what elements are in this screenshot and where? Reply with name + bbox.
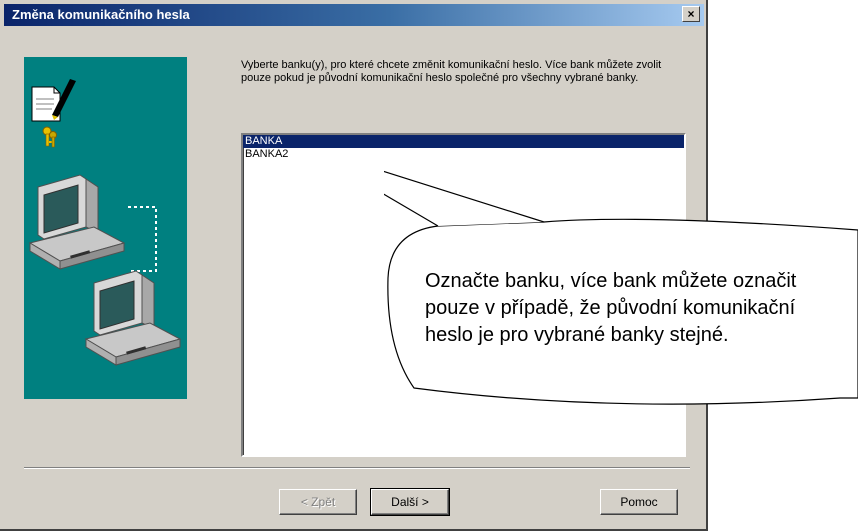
document-icon xyxy=(31,79,76,122)
instructions-text: Vyberte banku(y), pro které chcete změni… xyxy=(241,59,662,84)
keys-icon xyxy=(42,126,57,148)
computer-icon xyxy=(84,270,182,366)
computer-icon xyxy=(28,174,126,270)
network-connection-line xyxy=(128,206,157,272)
callout-text: Označte banku, více bank můžete označit … xyxy=(425,270,797,346)
title-bar[interactable]: Změna komunikačního hesla × xyxy=(4,4,704,26)
button-separator xyxy=(24,467,690,469)
help-button[interactable]: Pomoc xyxy=(600,489,678,515)
back-button[interactable]: < Zpět xyxy=(279,489,357,515)
close-button[interactable]: × xyxy=(682,6,700,22)
next-button[interactable]: Další > xyxy=(370,488,450,516)
wizard-illustration-panel xyxy=(24,57,187,399)
window-title: Změna komunikačního hesla xyxy=(12,7,190,22)
list-item-banka[interactable]: BANKA xyxy=(243,135,684,148)
